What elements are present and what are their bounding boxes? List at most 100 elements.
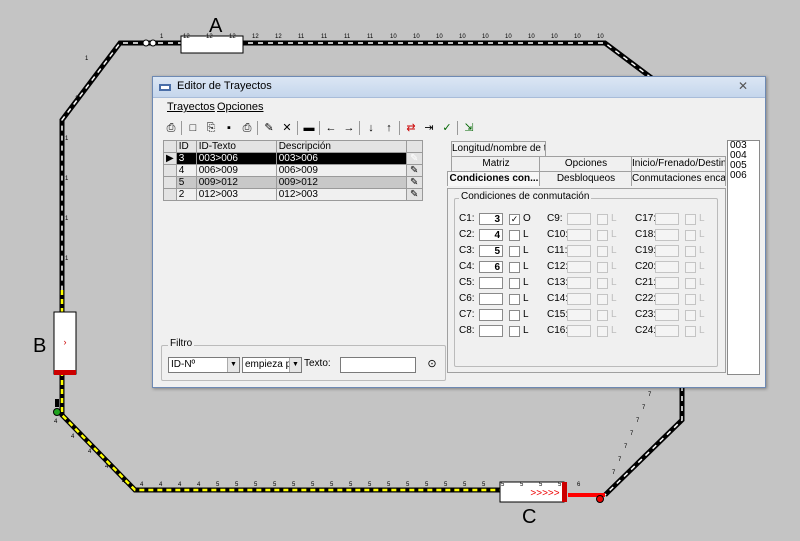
col-header-id-text[interactable]: ID-Texto — [195, 140, 277, 153]
tab-condiciones[interactable]: Condiciones con... — [447, 171, 541, 186]
col-header-id[interactable]: ID — [175, 140, 197, 153]
condition-input[interactable] — [567, 309, 591, 321]
routes-table[interactable]: ID ID-Texto Descripción ▶ 3 003>006 003>006… — [163, 140, 436, 201]
cell-description[interactable]: 012>003 — [275, 188, 407, 201]
condition-checkbox[interactable] — [597, 326, 608, 337]
tab-conmutaciones[interactable]: Conmutaciones enca... — [631, 171, 726, 186]
title-bar[interactable]: Editor de Trayectos ✕ — [153, 77, 765, 98]
col-header-description[interactable]: Descripción — [275, 140, 407, 153]
signal-top-left[interactable] — [142, 39, 150, 47]
condition-input[interactable] — [479, 309, 503, 321]
cell-id[interactable]: 2 — [175, 188, 197, 201]
close-icon[interactable]: ✕ — [729, 79, 757, 94]
table-row[interactable]: 5 009>012 009>012 ✎ — [163, 176, 423, 189]
signal-bottom-red[interactable] — [596, 495, 604, 503]
condition-checkbox[interactable] — [685, 310, 696, 321]
cell-id[interactable]: 5 — [175, 176, 197, 189]
condition-checkbox[interactable] — [597, 294, 608, 305]
condition-input[interactable] — [567, 293, 591, 305]
open-icon[interactable]: ⎘ — [203, 120, 219, 136]
binoculars-icon[interactable]: ⊙ — [424, 356, 440, 372]
condition-input[interactable]: 5 — [479, 245, 503, 257]
condition-input[interactable] — [479, 325, 503, 337]
condition-input[interactable] — [567, 325, 591, 337]
condition-checkbox[interactable] — [685, 294, 696, 305]
edit-icon[interactable]: ✎ — [261, 120, 277, 136]
condition-input[interactable] — [655, 245, 679, 257]
speed-icon[interactable]: ⇥ — [421, 120, 437, 136]
tab-inicio-frenado-destino[interactable]: Inicio/Frenado/Destino — [631, 156, 726, 171]
condition-input[interactable] — [655, 229, 679, 241]
cell-description[interactable]: 009>012 — [275, 176, 407, 189]
filter-mode-select[interactable]: empieza por ▼ — [242, 357, 302, 373]
condition-input[interactable] — [567, 213, 591, 225]
edit-icon[interactable]: ✎ — [405, 152, 423, 165]
filter-field-select[interactable]: ID-Nº ▼ — [168, 357, 240, 373]
list-item[interactable]: 006 — [728, 171, 759, 181]
swap-icon[interactable]: ⇄ — [403, 120, 419, 136]
route-blocks-list[interactable]: 003 004 005 006 — [727, 140, 760, 375]
condition-checkbox[interactable] — [685, 246, 696, 257]
condition-input[interactable] — [567, 261, 591, 273]
new-icon[interactable]: □ — [185, 120, 201, 136]
condition-checkbox[interactable] — [685, 230, 696, 241]
condition-checkbox[interactable] — [597, 246, 608, 257]
condition-input[interactable]: 3 — [479, 213, 503, 225]
condition-input[interactable] — [567, 245, 591, 257]
delete-icon[interactable]: ✕ — [279, 120, 295, 136]
cell-id[interactable]: 3 — [175, 152, 197, 165]
table-row[interactable]: 2 012>003 012>003 ✎ — [163, 188, 423, 201]
edit-icon[interactable]: ✎ — [405, 188, 423, 201]
condition-input[interactable] — [479, 293, 503, 305]
condition-checkbox[interactable] — [509, 278, 520, 289]
cell-id-text[interactable]: 003>006 — [195, 152, 277, 165]
cell-id-text[interactable]: 006>009 — [195, 164, 277, 177]
condition-checkbox[interactable] — [685, 278, 696, 289]
condition-input[interactable] — [655, 213, 679, 225]
condition-input[interactable]: 4 — [479, 229, 503, 241]
print-preview-icon[interactable]: ⎙ — [163, 120, 179, 136]
menu-trayectos[interactable]: Trayectos — [167, 101, 215, 113]
cell-description[interactable]: 003>006 — [275, 152, 407, 165]
table-row[interactable]: 4 006>009 006>009 ✎ — [163, 164, 423, 177]
condition-checkbox[interactable]: ✓ — [509, 214, 520, 225]
check-icon[interactable]: ✓ — [439, 120, 455, 136]
signal-top-left-2[interactable] — [149, 39, 157, 47]
edit-icon[interactable]: ✎ — [405, 164, 423, 177]
arrow-left-icon[interactable]: ← — [323, 120, 339, 136]
condition-input[interactable] — [567, 229, 591, 241]
block-icon[interactable]: ▬ — [301, 120, 317, 136]
route-editor-window[interactable]: Editor de Trayectos ✕ Trayectos Opciones… — [152, 76, 766, 388]
exit-icon[interactable]: ⇲ — [461, 120, 477, 136]
condition-checkbox[interactable] — [509, 262, 520, 273]
tab-opciones[interactable]: Opciones — [539, 156, 633, 171]
condition-checkbox[interactable] — [685, 326, 696, 337]
condition-input[interactable] — [567, 277, 591, 289]
tab-desbloqueos[interactable]: Desbloqueos — [539, 171, 633, 186]
cell-id[interactable]: 4 — [175, 164, 197, 177]
cell-description[interactable]: 006>009 — [275, 164, 407, 177]
condition-input[interactable] — [655, 293, 679, 305]
print-icon[interactable]: ⎙ — [239, 120, 255, 136]
filter-text-input[interactable] — [340, 357, 416, 373]
signal-left-green[interactable] — [53, 408, 61, 416]
menu-opciones[interactable]: Opciones — [217, 101, 263, 113]
condition-checkbox[interactable] — [509, 294, 520, 305]
condition-checkbox[interactable] — [597, 310, 608, 321]
condition-checkbox[interactable] — [685, 262, 696, 273]
condition-checkbox[interactable] — [597, 278, 608, 289]
condition-checkbox[interactable] — [509, 310, 520, 321]
condition-input[interactable] — [655, 261, 679, 273]
condition-checkbox[interactable] — [509, 246, 520, 257]
condition-checkbox[interactable] — [597, 230, 608, 241]
cell-id-text[interactable]: 009>012 — [195, 176, 277, 189]
tab-matriz[interactable]: Matriz — [451, 156, 541, 171]
condition-input[interactable] — [479, 277, 503, 289]
edit-icon[interactable]: ✎ — [405, 176, 423, 189]
condition-input[interactable] — [655, 325, 679, 337]
condition-checkbox[interactable] — [597, 262, 608, 273]
table-row[interactable]: ▶ 3 003>006 003>006 ✎ — [163, 152, 423, 165]
condition-checkbox[interactable] — [509, 326, 520, 337]
condition-checkbox[interactable] — [685, 214, 696, 225]
arrow-up-icon[interactable]: ↑ — [381, 120, 397, 136]
